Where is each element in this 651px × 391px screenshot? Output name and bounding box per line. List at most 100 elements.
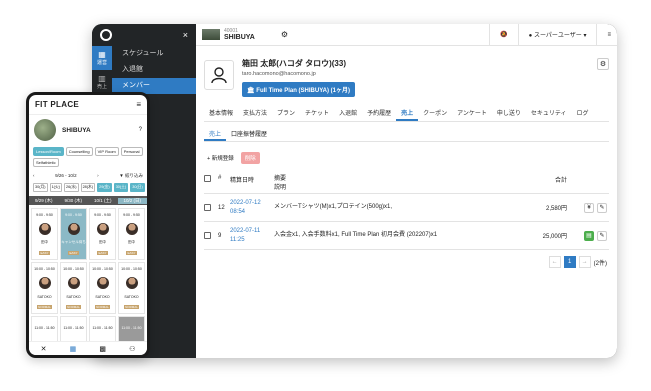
tab-basic-info[interactable]: 基本情報 [204, 108, 238, 121]
result-count: (2件) [593, 260, 607, 267]
day-chip[interactable]: 1(火) [49, 183, 62, 192]
filter-button[interactable]: ▼ 絞り込み [119, 173, 143, 179]
gear-icon[interactable]: ⚙ [281, 30, 288, 39]
hamburger-menu-icon[interactable]: ≡ [607, 32, 611, 38]
tab-checkin[interactable]: 入退館 [334, 108, 362, 121]
edit-icon[interactable]: ✎ [597, 202, 607, 213]
phone-app: FIT PLACE ≡ SHIBUYA ? Lesson/Room Counse… [26, 92, 150, 358]
slot-time: 10:00 - 10:50 [63, 267, 84, 271]
pagination: ← 1 → (2件) [548, 256, 607, 268]
slot-time: 11:00 - 11:50 [92, 326, 113, 330]
row-checkbox[interactable] [204, 204, 211, 211]
schedule-slot[interactable]: 9:00 - 9:50 田中 EASY [89, 208, 116, 260]
receipt-icon[interactable]: ▤ [584, 230, 594, 241]
main-panel: 40001 SHIBUYA ⚙ 🔕 ● スーパーユーザー ▾ ≡ 箱田 太郎(ハ… [196, 24, 617, 358]
sidebar-tab-operations[interactable]: ▦ 運営 [92, 46, 112, 70]
nav-calendar-icon[interactable]: ▦ [70, 345, 77, 353]
tab-ticket[interactable]: チケット [300, 108, 334, 121]
day-chip[interactable]: 29(金) [97, 183, 112, 192]
tab-sales[interactable]: 売上 [396, 108, 419, 121]
store-thumbnail [202, 29, 220, 40]
close-icon[interactable]: × [183, 30, 188, 40]
notification-off-icon[interactable]: 🔕 [500, 31, 507, 38]
hamburger-menu-icon[interactable]: ≡ [136, 100, 141, 109]
instructor-name: 田中 [99, 240, 106, 245]
row-checkbox[interactable] [204, 232, 211, 239]
tab-payment-method[interactable]: 支払方法 [238, 108, 272, 121]
subtab-transfer-history[interactable]: 口座振替履歴 [226, 130, 272, 141]
instructor-photo [38, 277, 51, 289]
schedule-slot[interactable]: 9:00 - 9:50 田中 EASY [31, 208, 58, 260]
next-page-button[interactable]: → [578, 256, 591, 268]
sidebar-item-schedule[interactable]: スケジュール [112, 46, 196, 62]
member-settings-icon[interactable]: ⚙ [597, 58, 609, 70]
day-chip[interactable]: 28(木) [80, 183, 96, 192]
tab-survey[interactable]: アンケート [452, 108, 492, 121]
level-badge: EASY [68, 251, 79, 256]
day-chip[interactable]: 30(月) [33, 183, 48, 192]
new-entry-button[interactable]: + 新規登録 [204, 152, 237, 164]
schedule-slot[interactable]: 9:00 - 9:50 田中 EASY [118, 208, 145, 260]
instructor-photo [67, 277, 80, 289]
member-tabs: 基本情報 支払方法 プラン チケット 入退館 予約履歴 売上 クーポン アンケー… [204, 108, 609, 122]
prev-page-button[interactable]: ← [548, 256, 561, 268]
schedule-slot[interactable]: 10:00 - 10:50 SATOKO NORMAL [31, 262, 58, 314]
brand-title: FIT PLACE [35, 100, 80, 109]
user-menu[interactable]: ● スーパーユーザー ▾ [529, 30, 587, 39]
schedule-slot[interactable]: 10:00 - 10:50 SATOKO NORMAL [60, 262, 87, 314]
store-name: SHIBUYA [62, 126, 91, 134]
instructor-name: 田中 [128, 240, 135, 245]
chip-lesson-room[interactable]: Lesson/Room [33, 147, 64, 156]
delete-button[interactable]: 削除 [240, 152, 260, 164]
sales-subtabs: 売上 口座振替履歴 [204, 130, 609, 142]
help-icon[interactable]: ? [139, 127, 142, 133]
chip-selfathletic[interactable]: Selfathletic [33, 158, 59, 167]
slot-time: 9:00 - 9:50 [94, 212, 111, 217]
tab-plan[interactable]: プラン [272, 108, 300, 121]
tab-coupon[interactable]: クーポン [418, 108, 452, 121]
plan-badge[interactable]: 🏛 Full Time Plan (SHIBUYA) (1ヶ月) [242, 82, 355, 97]
sale-date-link[interactable]: 2022-07-12 08:54 [230, 199, 274, 217]
slot-time: 10:00 - 10:50 [121, 267, 142, 271]
day-chip[interactable]: 30(日) [130, 183, 145, 192]
chip-vip-room[interactable]: VIP Room [94, 147, 119, 156]
next-week-icon[interactable]: › [97, 173, 99, 179]
store-header: SHIBUYA ? [29, 115, 147, 145]
select-all-checkbox[interactable] [204, 175, 211, 182]
store-switcher[interactable]: 40001 SHIBUYA [224, 28, 255, 42]
phone-header: FIT PLACE ≡ [29, 95, 147, 115]
schedule-slot[interactable]: 9:00 - 9:50 キャンセル待ち EASY [60, 208, 87, 260]
sidebar-item-checkin[interactable]: 入退館 [112, 62, 196, 78]
chip-counselling[interactable]: Counselling [65, 147, 93, 156]
day-chips: 30(月) 1(火) 26(水) 28(木) 29(金) 30(土) 30(日) [29, 181, 147, 194]
instructor-photo [96, 222, 109, 235]
table-header: # 精算日時 摘要 説明 合計 [204, 170, 609, 194]
nav-profile-icon[interactable]: ⚇ [129, 345, 135, 353]
tab-security[interactable]: セキュリティ [526, 108, 572, 121]
nav-grid-icon[interactable]: ▩ [99, 345, 106, 353]
category-chips: Lesson/Room Counselling VIP Room Persona… [29, 145, 147, 169]
store-image [34, 119, 56, 141]
week-filter: ‹ 9/26 - 10/2 › ▼ 絞り込み [29, 169, 147, 181]
app-logo [100, 29, 112, 41]
sale-date-link[interactable]: 2022-07-11 11:25 [230, 227, 274, 245]
nav-home-icon[interactable]: ✕ [41, 345, 47, 353]
slot-time: 10:00 - 10:50 [34, 267, 55, 271]
level-badge: EASY [39, 251, 50, 256]
chip-personal[interactable]: Personal [120, 147, 143, 156]
prev-week-icon[interactable]: ‹ [33, 173, 35, 179]
sidebar-tab-sales[interactable]: ▥ 売上 [92, 70, 112, 94]
day-chip[interactable]: 26(水) [64, 183, 79, 192]
tab-log[interactable]: ログ [572, 108, 594, 121]
day-chip[interactable]: 30(土) [113, 183, 129, 192]
page-1-button[interactable]: 1 [563, 256, 576, 268]
tab-notes[interactable]: 申し送り [492, 108, 526, 121]
subtab-sales[interactable]: 売上 [204, 130, 227, 141]
schedule-slot[interactable]: 10:00 - 10:50 SATOKO NORMAL [89, 262, 116, 314]
instructor-photo [67, 222, 80, 235]
tab-reservation-history[interactable]: 予約履歴 [362, 108, 396, 121]
refund-icon[interactable]: ¥ [584, 202, 594, 213]
edit-icon[interactable]: ✎ [597, 230, 607, 241]
schedule-slot[interactable]: 10:00 - 10:50 SATOKO NORMAL [118, 262, 145, 314]
instructor-photo [96, 277, 109, 289]
